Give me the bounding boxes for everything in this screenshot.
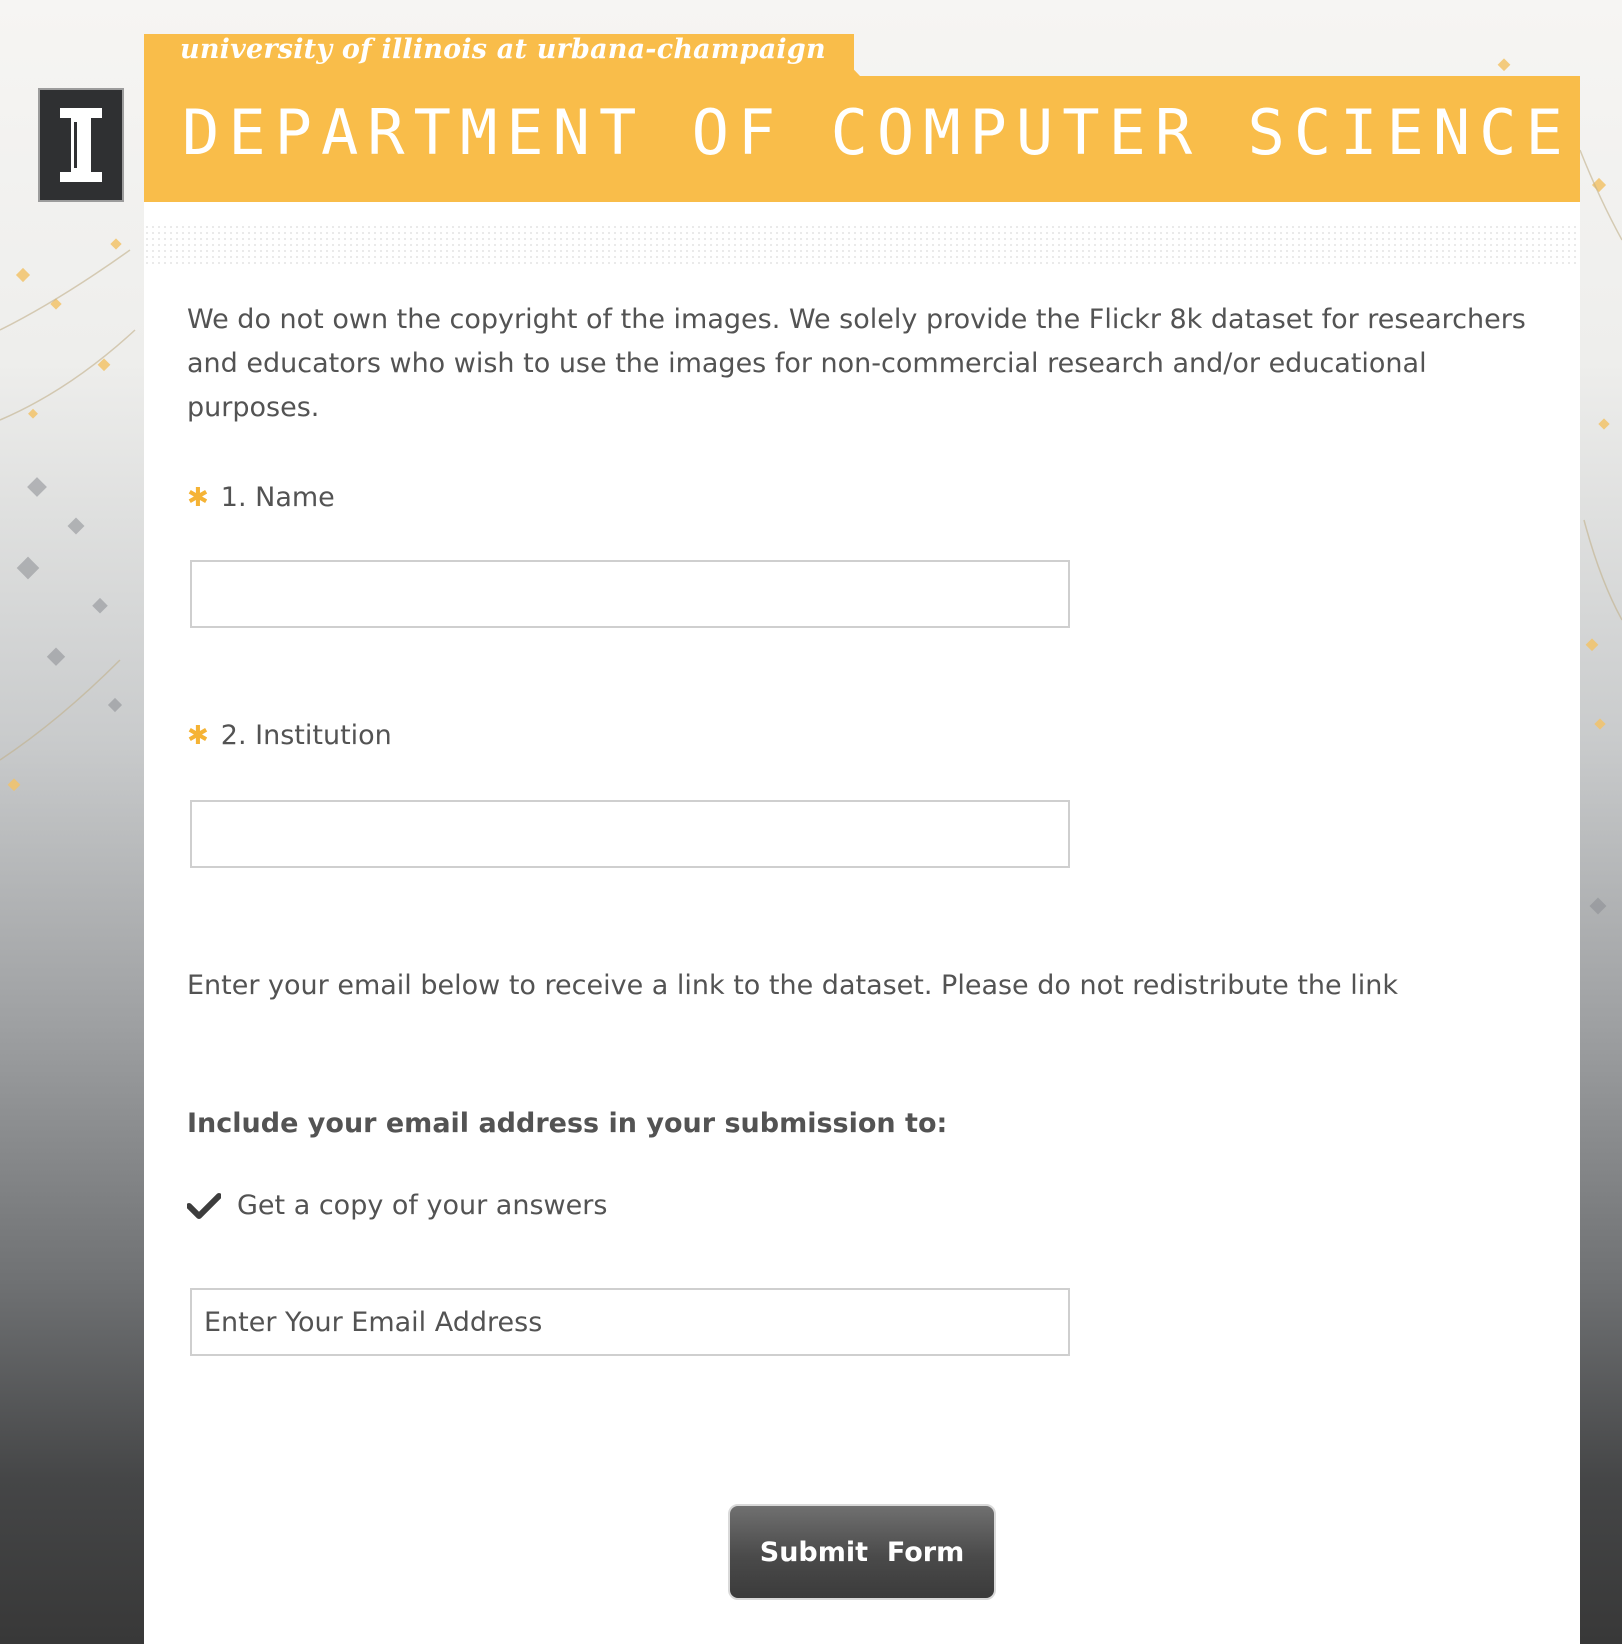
dotted-divider (144, 224, 1580, 266)
email-section-heading: Include your email address in your submi… (187, 1108, 948, 1139)
copyright-notice: We do not own the copyright of the image… (187, 304, 1526, 423)
institution-label-text: 2. Institution (220, 720, 392, 751)
department-title[interactable]: DEPARTMENT OF COMPUTER SCIENCE (182, 102, 1572, 164)
institution-question-label: ✱ 2. Institution (187, 720, 392, 751)
required-asterisk-icon: ✱ (187, 482, 209, 513)
illinois-block-i-icon (60, 108, 102, 182)
university-name[interactable]: university of illinois at urbana-champai… (180, 34, 826, 65)
copy-answers-checkbox[interactable]: Get a copy of your answers (187, 1190, 607, 1221)
copy-answers-label: Get a copy of your answers (237, 1190, 608, 1221)
email-input[interactable] (190, 1288, 1070, 1356)
name-question-label: ✱ 1. Name (187, 482, 335, 513)
name-input[interactable] (190, 560, 1070, 628)
institution-input[interactable] (190, 800, 1070, 868)
site-header: university of illinois at urbana-champai… (144, 34, 1580, 202)
required-asterisk-icon: ✱ (187, 720, 209, 751)
submit-button[interactable]: Submit Form (728, 1504, 996, 1600)
check-icon (187, 1192, 221, 1219)
name-label-text: 1. Name (220, 482, 335, 513)
illinois-logo[interactable] (38, 88, 124, 202)
form-panel: We do not own the copyright of the image… (144, 202, 1580, 1644)
email-instructions: Enter your email below to receive a link… (187, 970, 1398, 1001)
header-tab-slope (820, 34, 860, 76)
